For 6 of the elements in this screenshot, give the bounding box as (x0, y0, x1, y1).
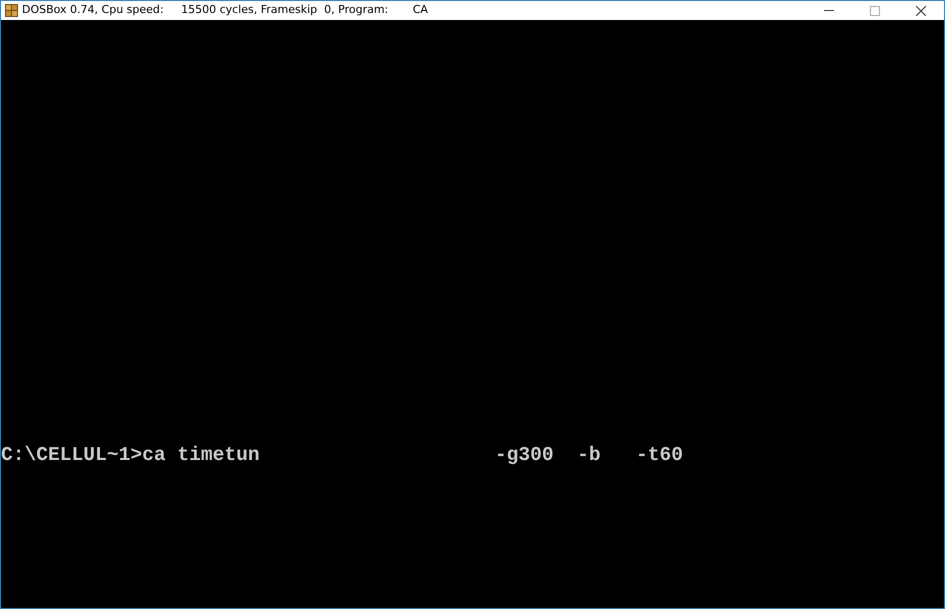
window-title: DOSBox 0.74, Cpu speed: 15500 cycles, Frameskip 0, Program: CA (22, 2, 428, 18)
maximize-icon (870, 6, 880, 16)
command-line: C:\CELLUL~1>ca timetun -g300 -b -t60 (1, 445, 683, 465)
app-icon (5, 4, 18, 17)
close-icon (916, 6, 926, 16)
minimize-icon (824, 10, 834, 11)
